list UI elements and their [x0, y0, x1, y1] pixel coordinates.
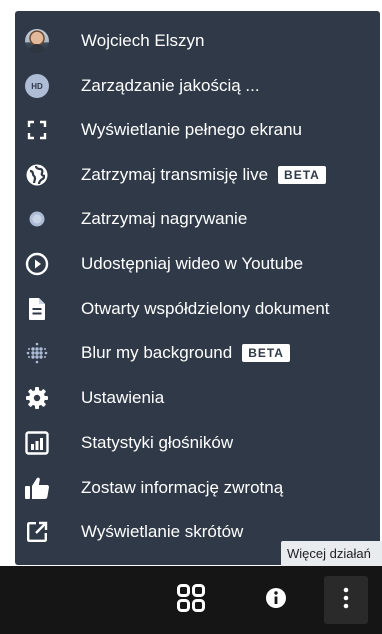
menu-item-label: Blur my background: [81, 343, 233, 362]
menu-item-quality[interactable]: HD Zarządzanie jakością ...: [15, 63, 380, 109]
live-stream-icon: [24, 162, 50, 188]
document-icon: [24, 296, 50, 322]
menu-item-profile[interactable]: Wojciech Elszyn: [15, 18, 380, 64]
menu-item-youtube[interactable]: Udostępniaj wideo w Youtube: [15, 241, 380, 287]
menu-item-label: Zostaw informację zwrotną: [81, 478, 284, 497]
recording-icon: [24, 206, 50, 232]
menu-item-blur-background[interactable]: Blur my background BETA: [15, 330, 380, 376]
menu-item-label: Wyświetlanie pełnego ekranu: [81, 120, 302, 139]
toolbar: [0, 566, 382, 634]
more-vertical-icon: [342, 586, 350, 615]
menu-item-label: Otwarty współdzielony dokument: [81, 299, 330, 318]
menu-item-label: Udostępniaj wideo w Youtube: [81, 254, 304, 273]
menu-item-settings[interactable]: Ustawienia: [15, 375, 380, 421]
overflow-menu: Wojciech Elszyn HD Zarządzanie jakością …: [15, 11, 380, 565]
menu-item-stop-live[interactable]: Zatrzymaj transmisję live BETA: [15, 152, 380, 198]
menu-item-label: Zatrzymaj nagrywanie: [81, 209, 248, 228]
gear-icon: [24, 385, 50, 411]
menu-item-shared-document[interactable]: Otwarty współdzielony dokument: [15, 286, 380, 332]
blur-icon: [24, 340, 50, 366]
menu-item-label: Ustawienia: [81, 388, 165, 407]
thumbs-up-icon: [24, 475, 50, 501]
menu-item-feedback[interactable]: Zostaw informację zwrotną: [15, 465, 380, 511]
beta-badge: BETA: [278, 166, 326, 184]
more-actions-button[interactable]: [324, 576, 368, 624]
bar-chart-icon: [24, 430, 50, 456]
menu-item-label: Statystyki głośników: [81, 433, 234, 452]
tile-view-icon: [176, 583, 206, 618]
beta-badge: BETA: [242, 344, 290, 362]
more-actions-tooltip: Więcej działań: [281, 541, 382, 567]
fullscreen-icon: [24, 117, 50, 143]
menu-item-stop-recording[interactable]: Zatrzymaj nagrywanie: [15, 196, 380, 242]
info-icon: [265, 587, 287, 614]
menu-item-label: Wyświetlanie skrótów: [81, 522, 244, 541]
menu-item-fullscreen[interactable]: Wyświetlanie pełnego ekranu: [15, 107, 380, 153]
tile-view-button[interactable]: [169, 576, 213, 624]
info-button[interactable]: [254, 576, 298, 624]
hd-icon: HD: [24, 73, 50, 99]
menu-item-label: Zatrzymaj transmisję live: [81, 165, 269, 184]
avatar: [24, 28, 50, 54]
menu-item-label: Wojciech Elszyn: [81, 31, 205, 50]
menu-item-label: Zarządzanie jakością ...: [81, 76, 260, 95]
play-circle-icon: [24, 251, 50, 277]
external-link-icon: [24, 519, 50, 545]
menu-item-speaker-stats[interactable]: Statystyki głośników: [15, 420, 380, 466]
